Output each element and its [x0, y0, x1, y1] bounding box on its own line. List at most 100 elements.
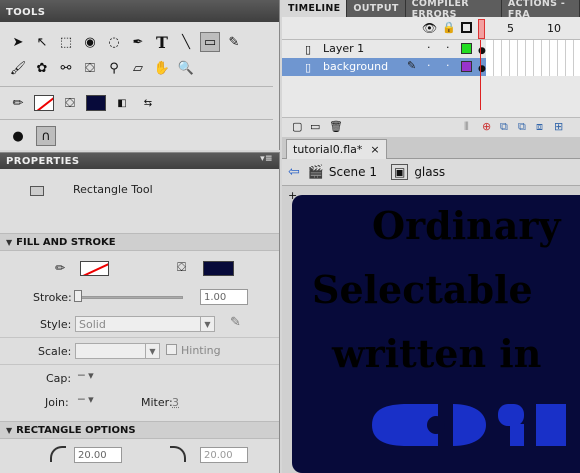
rectangle-options-header[interactable]: ▼ RECTANGLE OPTIONS	[0, 421, 279, 439]
edit-multiple-frames-icon[interactable]: ⧈	[536, 120, 543, 134]
document-tab-label: tutorial0.fla*	[293, 142, 363, 156]
stroke-slider-thumb[interactable]	[74, 290, 82, 302]
visibility-dot[interactable]: ·	[427, 59, 431, 72]
back-arrow-icon[interactable]: ⇦	[288, 164, 300, 180]
swap-colors-icon[interactable]: ⇆	[138, 93, 158, 113]
playhead-marker[interactable]	[478, 19, 485, 39]
layer-icon: ▯	[305, 61, 312, 74]
line-tool-icon[interactable]: ╲	[176, 32, 196, 52]
corner-radius-icon	[170, 446, 186, 462]
tab-actions[interactable]: ACTIONS - FRA	[502, 0, 580, 20]
fill-stroke-header[interactable]: ▼ FILL AND STROKE	[0, 233, 279, 251]
join-dropdown[interactable]: ─ ▾	[78, 393, 94, 406]
tab-timeline[interactable]: TIMELINE	[282, 0, 348, 17]
timeline-panel: TIMELINE OUTPUT COMPILER ERRORS ACTIONS …	[282, 0, 580, 137]
corner-radius-1-field[interactable]: 20.00	[74, 447, 122, 463]
subselection-tool-icon[interactable]: ↖	[32, 32, 52, 52]
eyedropper-tool-icon[interactable]: ⚲	[104, 58, 124, 78]
tab-compiler-errors[interactable]: COMPILER ERRORS	[406, 0, 502, 20]
text-tool-icon[interactable]: T	[152, 32, 172, 52]
rectangle-options-title: RECTANGLE OPTIONS	[16, 424, 136, 436]
style-label: Style:	[40, 318, 72, 331]
rectangle-tool-icon[interactable]: ▭	[200, 32, 220, 52]
visibility-dot[interactable]: ·	[427, 41, 431, 54]
chevron-down-icon: ▼	[145, 344, 159, 358]
frame-number-10: 10	[547, 22, 561, 35]
layer-color-swatch[interactable]	[461, 61, 472, 72]
pen-tool-icon[interactable]: ✒	[128, 32, 148, 52]
pencil-icon: ✎	[407, 59, 417, 72]
cap-label: Cap:	[46, 372, 72, 385]
cap-dropdown[interactable]: ─ ▾	[78, 369, 94, 382]
black-and-white-icon[interactable]: ◧	[112, 93, 132, 113]
scene-breadcrumb[interactable]: Scene 1	[329, 165, 377, 179]
layer-color-swatch[interactable]	[461, 43, 472, 54]
corner-radius-icon	[50, 446, 66, 462]
onion-skin-icon[interactable]: ⧉	[500, 120, 508, 134]
stroke-color-swatch[interactable]	[80, 261, 109, 276]
miter-value[interactable]: 3	[172, 396, 179, 409]
close-icon[interactable]: ×	[370, 143, 379, 156]
zoom-tool-icon[interactable]: 🔍	[176, 58, 196, 78]
3d-rotation-tool-icon[interactable]: ◉	[80, 32, 100, 52]
bone-tool-icon[interactable]: ⚯	[56, 58, 76, 78]
snap-to-objects-icon[interactable]: ∩	[36, 126, 56, 146]
selection-tool-icon[interactable]: ➤	[8, 32, 28, 52]
lock-dot[interactable]: ·	[446, 59, 450, 72]
divider	[0, 364, 279, 365]
fill-color-swatch[interactable]	[86, 95, 106, 111]
tab-output[interactable]: OUTPUT	[347, 0, 406, 17]
trash-icon[interactable]: 🗑	[329, 120, 343, 133]
outline-icon[interactable]	[461, 22, 472, 33]
stroke-color-icon: ✏	[55, 261, 66, 275]
chevron-down-icon: ▼	[200, 317, 214, 331]
stroke-slider[interactable]	[75, 296, 183, 299]
scene-icon: 🎬	[307, 164, 324, 180]
stroke-color-swatch[interactable]	[34, 95, 54, 111]
lasso-tool-icon[interactable]: ◌	[104, 32, 124, 52]
layer-row-selected[interactable]: ▯ background ✎ · · ●	[282, 58, 580, 76]
new-layer-icon[interactable]: ▢	[292, 120, 302, 133]
scroll-handle-icon[interactable]: ⦀	[464, 120, 469, 134]
hinting-label: Hinting	[181, 344, 221, 357]
paint-bucket-tool-icon[interactable]: ⛋	[80, 58, 100, 78]
lock-icon[interactable]: 🔒	[442, 21, 456, 34]
onion-outlines-icon[interactable]: ⧉	[518, 120, 526, 134]
panel-menu-icon[interactable]: ▾≡	[260, 154, 273, 164]
edit-stroke-style-icon[interactable]: ✎	[230, 315, 241, 330]
eraser-tool-icon[interactable]: ▱	[128, 58, 148, 78]
layer-row[interactable]: ▯ Layer 1 · · ●	[282, 40, 580, 58]
corner-radius-2-field[interactable]: 20.00	[200, 447, 248, 463]
tool-info: Rectangle Tool	[0, 169, 279, 231]
lock-dot[interactable]: ·	[446, 41, 450, 54]
frame-cells[interactable]	[486, 58, 580, 76]
blue-shape-graphic	[368, 400, 578, 450]
symbol-breadcrumb[interactable]: glass	[414, 165, 445, 179]
frame-cells[interactable]	[486, 40, 580, 58]
layer-name[interactable]: Layer 1	[323, 42, 364, 55]
deco-tool-icon[interactable]: ✿	[32, 58, 52, 78]
layer-name[interactable]: background	[323, 60, 388, 73]
scale-dropdown[interactable]: ▼	[75, 343, 160, 359]
eye-icon[interactable]: 👁	[422, 21, 437, 35]
free-transform-tool-icon[interactable]: ⬚	[56, 32, 76, 52]
layer-icon: ▯	[305, 43, 312, 56]
collapse-triangle-icon: ▼	[6, 237, 13, 247]
stage-canvas[interactable]: Ordinary Selectable written in	[292, 195, 580, 473]
brush-tool-icon[interactable]: 🖌	[8, 58, 28, 78]
fill-color-swatch[interactable]	[203, 261, 234, 276]
hinting-checkbox[interactable]	[166, 344, 177, 355]
stroke-value-field[interactable]: 1.00	[200, 289, 248, 305]
divider	[0, 337, 279, 338]
document-tab[interactable]: tutorial0.fla* ×	[286, 138, 387, 159]
center-frame-icon[interactable]: ⊕	[482, 120, 491, 133]
fill-color-icon: ⛋	[177, 260, 187, 274]
playhead-line	[480, 40, 481, 110]
pencil-tool-icon[interactable]: ✎	[224, 32, 244, 52]
modify-markers-icon[interactable]: ⊞	[554, 120, 563, 133]
timeline-footer: ▢ ▭ 🗑 ⦀ ⊕ ⧉ ⧉ ⧈ ⊞	[282, 117, 580, 137]
object-drawing-icon[interactable]: ●	[8, 126, 28, 146]
hand-tool-icon[interactable]: ✋	[152, 58, 172, 78]
new-folder-icon[interactable]: ▭	[310, 120, 320, 133]
style-dropdown[interactable]: Solid ▼	[75, 316, 215, 332]
